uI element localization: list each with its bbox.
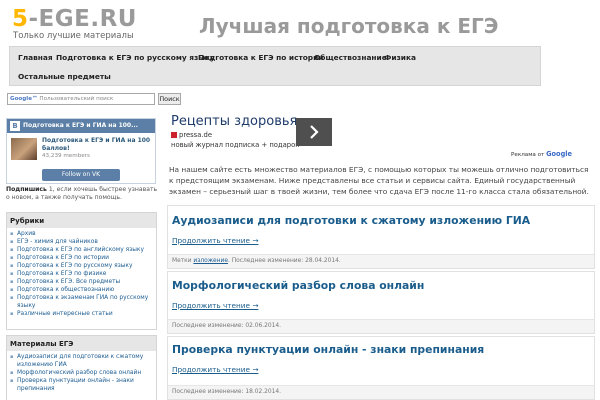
- nav-item-home[interactable]: Главная: [18, 53, 53, 62]
- google-brand: Google™: [10, 96, 38, 102]
- vk-header[interactable]: B Подготовка к ЕГЭ и ГИА на 100...: [7, 119, 155, 133]
- site-logo[interactable]: 5-EGE.RU: [12, 6, 137, 32]
- post-meta-date: Последнее изменение: 18.02.2014.: [172, 389, 281, 395]
- subscribe-note: Подпишись 1, если хочешь быстрее узнават…: [6, 186, 158, 202]
- post-title[interactable]: Морфологический разбор слова онлайн: [172, 279, 424, 292]
- post-title[interactable]: Аудиозаписи для подготовки к сжатому изл…: [172, 214, 530, 227]
- post-card: Проверка пунктуации онлайн - знаки препи…: [167, 336, 595, 400]
- rubrics-title: Рубрики: [7, 213, 156, 228]
- nav-item-social[interactable]: Обществознание: [314, 53, 387, 62]
- post-meta: Последнее изменение: 18.02.2014.: [168, 385, 594, 399]
- post-meta-date: Последнее изменение: 02.06.2014.: [172, 323, 281, 329]
- material-item[interactable]: Проверка пунктуации онлайн - знаки препи…: [10, 377, 153, 393]
- ad-by-text: Реклама от: [511, 152, 547, 158]
- rubric-item[interactable]: ЕГЭ - химия для чайников: [10, 238, 153, 246]
- rubric-item[interactable]: Подготовка к ЕГЭ по истории: [10, 254, 153, 262]
- chevron-right-icon: [310, 125, 319, 139]
- post-card: Аудиозаписи для подготовки к сжатому изл…: [167, 205, 595, 269]
- post-card: Морфологический разбор слова онлайн Прод…: [167, 271, 595, 334]
- ad-next-button[interactable]: [296, 118, 332, 146]
- search-input[interactable]: Google™ Пользовательский поиск: [7, 93, 155, 105]
- search-button[interactable]: Поиск: [158, 93, 181, 105]
- vk-icon: B: [10, 121, 20, 131]
- vk-follow-button[interactable]: Follow on VK: [42, 169, 120, 181]
- rubric-item[interactable]: Подготовка к экзаменам ГИА по русскому я…: [10, 294, 153, 310]
- ad-by-brand: Google: [546, 150, 573, 158]
- nav-item-russian[interactable]: Подготовка к ЕГЭ по русскому языку: [56, 53, 215, 62]
- vk-widget: B Подготовка к ЕГЭ и ГИА на 100... Подго…: [6, 118, 156, 184]
- post-title[interactable]: Проверка пунктуации онлайн - знаки препи…: [172, 343, 484, 356]
- vk-group-avatar[interactable]: [11, 138, 37, 160]
- rubric-item[interactable]: Подготовка к ЕГЭ по русскому языку: [10, 262, 153, 270]
- rubric-item[interactable]: Подготовка к ЕГЭ. Все предметы: [10, 278, 153, 286]
- post-tag-link[interactable]: изложение: [193, 258, 228, 264]
- rubric-item[interactable]: Подготовка к ЕГЭ по физике: [10, 270, 153, 278]
- rubric-item[interactable]: Архив: [10, 230, 153, 238]
- post-meta-date: . Последнее изменение: 28.04.2014.: [227, 258, 341, 264]
- post-meta-prefix: Метки: [172, 258, 194, 264]
- materials-box: Материалы ЕГЭ Аудиозаписи для подготовки…: [6, 335, 157, 400]
- ad-source-icon: [171, 132, 177, 138]
- ad-subtitle: новый журнал подписка + подарок: [171, 141, 300, 149]
- post-meta: Последнее изменение: 02.06.2014.: [168, 319, 594, 333]
- material-item[interactable]: Аудиозаписи для подготовки к сжатому изл…: [10, 353, 153, 369]
- read-more-link[interactable]: Продолжить чтение →: [172, 365, 258, 374]
- materials-list: Аудиозаписи для подготовки к сжатому изл…: [7, 351, 156, 396]
- site-title: Лучшая подготовка к ЕГЭ: [199, 14, 499, 38]
- material-item[interactable]: Морфологический разбор слова онлайн: [10, 369, 153, 377]
- subscribe-bold: Подпишись: [6, 186, 47, 193]
- ad-source-text: pressa.de: [179, 131, 213, 139]
- read-more-link[interactable]: Продолжить чтение →: [172, 236, 258, 245]
- main-nav: Главная Подготовка к ЕГЭ по русскому язы…: [9, 46, 541, 86]
- intro-text: На нашем сайте есть множество материалов…: [169, 165, 589, 196]
- search-placeholder: Пользовательский поиск: [37, 96, 114, 102]
- materials-title: Материалы ЕГЭ: [7, 336, 156, 351]
- rubric-item[interactable]: Различные интересные статьи: [10, 310, 153, 318]
- ad-attribution[interactable]: Реклама от Google: [511, 150, 572, 158]
- rubric-item[interactable]: Подготовка к ЕГЭ по английскому языку: [10, 246, 153, 254]
- nav-item-physics[interactable]: Физика: [384, 53, 416, 62]
- rubrics-list: Архив ЕГЭ - химия для чайников Подготовк…: [7, 228, 156, 321]
- rubric-item[interactable]: Подготовка к обществознанию: [10, 286, 153, 294]
- post-meta: Метки изложение. Последнее изменение: 28…: [168, 254, 594, 268]
- vk-widget-title: Подготовка к ЕГЭ и ГИА на 100...: [23, 122, 138, 129]
- site-tagline: Только лучшие материалы: [13, 31, 134, 41]
- nav-item-history[interactable]: Подготовка к ЕГЭ по истории: [198, 53, 323, 62]
- nav-item-other[interactable]: Остальные предметы: [18, 72, 111, 81]
- vk-members-count: 43,239 members: [42, 153, 90, 159]
- read-more-link[interactable]: Продолжить чтение →: [172, 301, 258, 310]
- ad-title[interactable]: Рецепты здоровья: [171, 114, 297, 129]
- rubrics-box: Рубрики Архив ЕГЭ - химия для чайников П…: [6, 212, 157, 330]
- ad-source[interactable]: pressa.de: [171, 131, 212, 139]
- vk-group-name[interactable]: Подготовка к ЕГЭ и ГИА на 100 баллов!: [42, 137, 152, 152]
- logo-accent: 5: [12, 6, 29, 32]
- logo-text: -EGE.RU: [28, 6, 137, 32]
